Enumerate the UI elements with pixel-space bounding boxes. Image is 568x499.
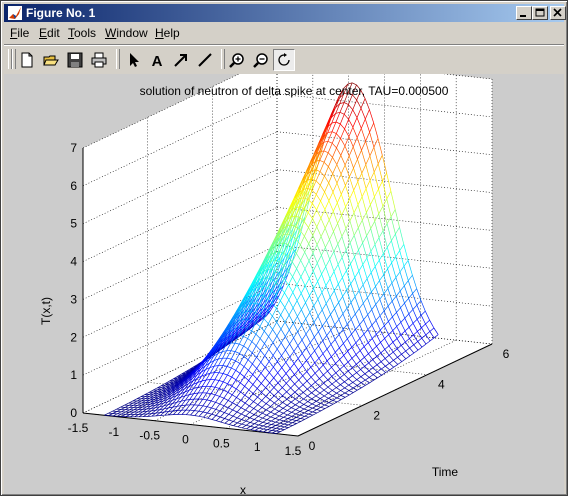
insert-text-icon: A — [149, 52, 165, 68]
new-file-icon — [19, 52, 35, 68]
x-axis-label: x — [240, 483, 246, 494]
print-button[interactable] — [88, 49, 110, 71]
menu-bar: File Edit Tools Window Help — [4, 24, 564, 42]
select-button[interactable] — [122, 49, 144, 71]
menu-file-rest: ile — [17, 26, 29, 40]
zoom-out-button[interactable] — [250, 49, 272, 71]
menu-window-rest: indow — [116, 26, 147, 40]
matlab-logo-icon — [7, 5, 23, 21]
mesh-line — [272, 433, 276, 434]
menu-edit-rest: dit — [47, 26, 60, 40]
y-tick-label: 6 — [503, 347, 510, 361]
insert-arrow-button[interactable] — [170, 49, 192, 71]
x-tick-label: 0.5 — [213, 436, 230, 450]
z-tick-label: 4 — [70, 255, 77, 269]
z-tick-label: 2 — [70, 330, 77, 344]
z-tick-label: 5 — [70, 217, 77, 231]
z-axis-label: T(x,t) — [39, 297, 53, 325]
zoom-out-icon — [253, 52, 269, 68]
z-tick-label: 7 — [70, 141, 77, 155]
open-folder-icon — [43, 52, 59, 68]
insert-line-icon — [197, 52, 213, 68]
window-title: Figure No. 1 — [26, 6, 95, 20]
menu-tools-rest: ools — [74, 26, 96, 40]
minimize-button[interactable] — [516, 6, 532, 20]
chart-title: solution of neutron of delta spike at ce… — [140, 84, 449, 98]
x-tick-label: 1 — [254, 440, 261, 454]
save-button[interactable] — [64, 49, 86, 71]
close-button[interactable] — [550, 6, 566, 20]
toolbar-separator — [221, 49, 225, 69]
select-arrow-icon — [125, 52, 141, 68]
menu-help[interactable]: Help — [155, 26, 180, 40]
close-icon — [551, 7, 565, 19]
menu-edit[interactable]: Edit — [39, 26, 60, 40]
x-tick-label: -1.5 — [68, 421, 89, 435]
toolbar: A — [4, 44, 564, 73]
minimize-icon — [517, 7, 531, 19]
zoom-in-icon — [229, 52, 245, 68]
y-tick-label: 4 — [438, 378, 445, 392]
figure-canvas[interactable]: 0 1 2 3 4 5 6 7 -1.5 -1 -0.5 0 0.5 1 1.5 0 2 4 6 solution … — [4, 74, 564, 494]
maximize-button[interactable] — [532, 6, 548, 20]
maximize-icon — [533, 7, 547, 19]
insert-text-button[interactable]: A — [146, 49, 168, 71]
save-icon — [67, 52, 83, 68]
y-tick-label: 2 — [373, 408, 380, 422]
surface-plot[interactable]: 0 1 2 3 4 5 6 7 -1.5 -1 -0.5 0 0.5 1 1.5 0 2 4 6 solution … — [4, 74, 564, 494]
print-icon — [91, 52, 107, 68]
z-tick-label: 3 — [70, 292, 77, 306]
menu-window[interactable]: Window — [105, 26, 148, 40]
figure-window: Figure No. 1 File Edit Tools Window Help — [0, 0, 568, 496]
z-tick-label: 0 — [70, 406, 77, 420]
insert-arrow-icon — [173, 52, 189, 68]
x-tick-label: -0.5 — [139, 429, 160, 443]
x-tick-label: 1.5 — [285, 444, 302, 458]
y-tick-label: 0 — [309, 439, 316, 453]
rotate-3d-icon — [276, 52, 292, 68]
insert-line-button[interactable] — [194, 49, 216, 71]
menu-tools[interactable]: Tools — [68, 26, 96, 40]
menu-file[interactable]: File — [10, 26, 29, 40]
title-bar[interactable]: Figure No. 1 — [4, 4, 564, 22]
z-tick-label: 6 — [70, 179, 77, 193]
z-tick-label: 1 — [70, 368, 77, 382]
svg-text:A: A — [152, 53, 163, 68]
toolbar-separator — [116, 49, 120, 69]
y-axis-label: Time — [432, 465, 459, 479]
x-tick-label: 0 — [182, 433, 189, 447]
zoom-in-button[interactable] — [226, 49, 248, 71]
x-tick-label: -1 — [108, 425, 119, 439]
menu-help-rest: elp — [164, 26, 180, 40]
open-button[interactable] — [40, 49, 62, 71]
rotate-3d-button[interactable] — [273, 49, 295, 71]
new-file-button[interactable] — [16, 49, 38, 71]
